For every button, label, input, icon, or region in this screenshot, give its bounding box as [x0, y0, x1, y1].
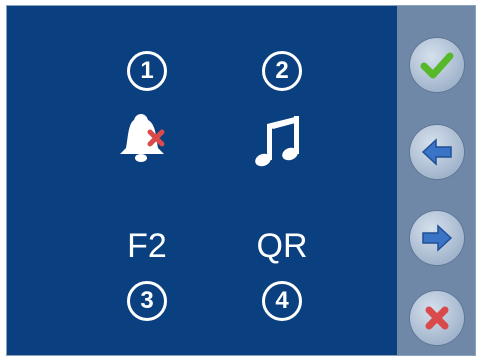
tile-1[interactable]: 1 — [82, 51, 212, 201]
device-screen: 1 2 F2 3 QR 4 — [6, 5, 476, 356]
confirm-button[interactable] — [410, 38, 464, 92]
close-icon — [425, 306, 449, 330]
check-icon — [420, 52, 454, 79]
number-badge: 4 — [262, 281, 302, 321]
back-button[interactable] — [410, 125, 464, 179]
forward-button[interactable] — [410, 211, 464, 265]
number-badge: 1 — [127, 51, 167, 91]
tile-3[interactable]: F2 3 — [82, 216, 212, 355]
number-badge: 2 — [262, 51, 302, 91]
menu-grid: 1 2 F2 3 QR 4 — [7, 6, 397, 355]
sidebar — [397, 6, 475, 355]
tile-4[interactable]: QR 4 — [217, 216, 347, 355]
cancel-button[interactable] — [410, 291, 464, 345]
tile-label: F2 — [127, 227, 167, 265]
tile-label: QR — [256, 227, 308, 265]
number-badge: 3 — [127, 281, 167, 321]
arrow-right-icon — [422, 224, 453, 252]
tile-2[interactable]: 2 — [217, 51, 347, 201]
arrow-left-icon — [421, 138, 452, 166]
music-note-icon — [247, 106, 317, 176]
bell-muted-icon — [112, 106, 182, 176]
